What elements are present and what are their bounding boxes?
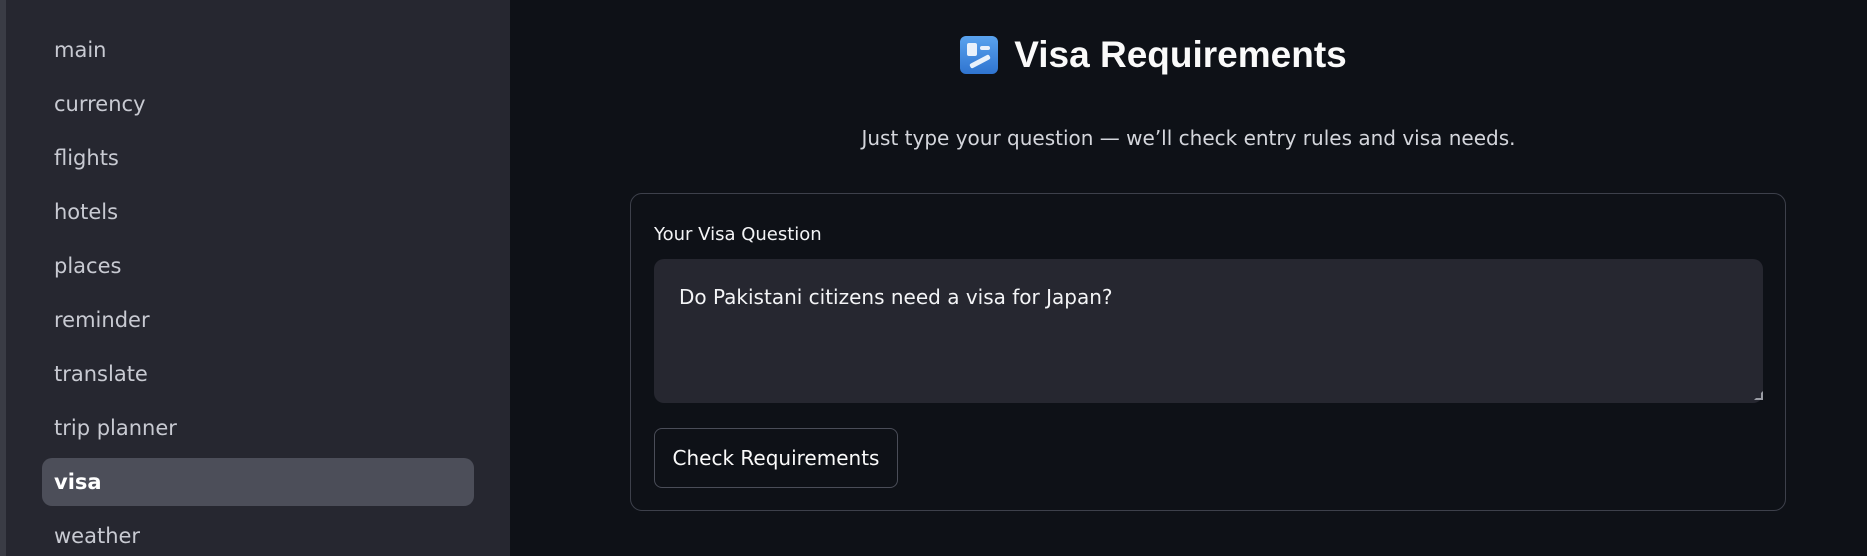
visa-question-input[interactable]: Do Pakistani citizens need a visa for Ja… (654, 259, 1763, 403)
sidebar-item-trip-planner[interactable]: trip planner (42, 404, 474, 452)
sidebar-item-label: main (54, 38, 107, 62)
passport-control-icon (960, 36, 999, 74)
sidebar-item-currency[interactable]: currency (42, 80, 474, 128)
sidebar-item-translate[interactable]: translate (42, 350, 474, 398)
sidebar-item-label: currency (54, 92, 146, 116)
sidebar-item-label: trip planner (54, 416, 177, 440)
question-field-label: Your Visa Question (654, 224, 822, 245)
sidebar-item-places[interactable]: places (42, 242, 474, 290)
page-header: Visa Requirements (510, 34, 1867, 76)
sidebar-item-label: reminder (54, 308, 150, 332)
sidebar-item-hotels[interactable]: hotels (42, 188, 474, 236)
sidebar-item-reminder[interactable]: reminder (42, 296, 474, 344)
check-requirements-button[interactable]: Check Requirements (654, 428, 898, 488)
sidebar-item-label: hotels (54, 200, 119, 224)
sidebar-item-label: flights (54, 146, 119, 170)
app-window: main currency flights hotels places remi… (0, 0, 1867, 556)
sidebar-item-flights[interactable]: flights (42, 134, 474, 182)
sidebar-item-weather[interactable]: weather (42, 512, 474, 556)
sidebar-item-main[interactable]: main (42, 26, 474, 74)
sidebar-item-label: weather (54, 524, 141, 548)
page-title: Visa Requirements (1014, 34, 1347, 75)
sidebar-item-label: places (54, 254, 122, 278)
sidebar-item-visa[interactable]: visa (42, 458, 474, 506)
sidebar: main currency flights hotels places remi… (6, 0, 510, 556)
sidebar-nav: main currency flights hotels places remi… (42, 26, 474, 556)
sidebar-item-label: visa (54, 470, 102, 494)
visa-question-form: Your Visa Question Do Pakistani citizens… (630, 193, 1786, 511)
page-subtitle: Just type your question — we’ll check en… (861, 126, 1516, 150)
sidebar-item-label: translate (54, 362, 148, 386)
main-content: Visa Requirements Just type your questio… (510, 0, 1867, 556)
